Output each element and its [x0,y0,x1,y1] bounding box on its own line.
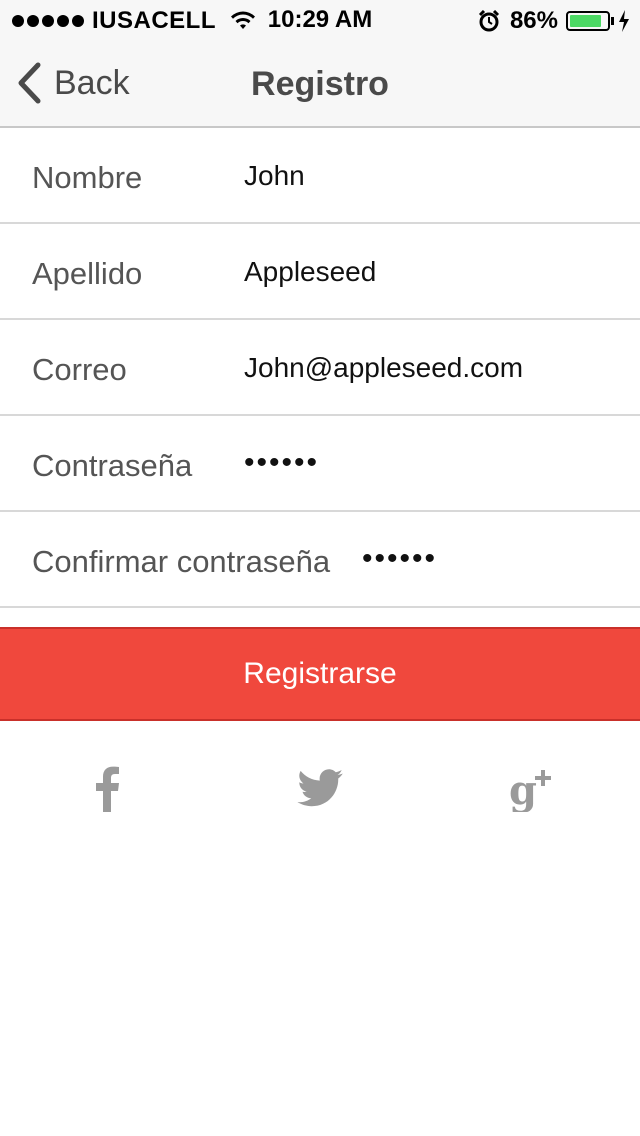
contrasena-label: Contraseña [32,448,193,483]
apellido-label: Apellido [32,256,143,291]
registration-form: Nombre John Apellido Appleseed Correo Jo… [0,128,640,608]
google-plus-button[interactable]: g [503,760,563,816]
social-login-row: g [0,760,640,820]
back-label: Back [54,63,130,102]
twitter-button[interactable] [290,760,350,816]
nombre-label: Nombre [32,160,143,195]
facebook-icon [96,766,119,812]
nombre-field[interactable]: John [244,160,305,192]
twitter-icon [297,769,343,807]
correo-field[interactable]: John@appleseed.com [244,352,523,384]
form-row-contrasena: Contraseña •••••• [0,416,640,512]
chevron-left-icon [18,62,41,104]
battery-percent: 86% [509,7,558,34]
battery-icon [566,11,610,31]
charging-bolt-icon [619,10,629,32]
form-row-confirmar-contrasena: Confirmar contraseña •••••• [0,512,640,608]
form-row-nombre: Nombre John [0,128,640,224]
google-plus-icon: g [509,767,551,812]
navigation-bar: Back Registro [0,40,640,128]
form-row-correo: Correo John@appleseed.com [0,320,640,416]
apellido-field[interactable]: Appleseed [244,256,376,288]
contrasena-field[interactable]: •••••• [244,446,319,480]
confirmar-contrasena-field[interactable]: •••••• [362,542,437,576]
status-right: 86% [478,7,630,35]
register-button[interactable]: Registrarse [0,627,640,721]
form-row-apellido: Apellido Appleseed [0,224,640,320]
alarm-icon [478,10,500,32]
battery-tip [611,17,614,25]
status-bar: IUSACELL 10:29 AM 86% [0,0,640,40]
svg-text:g: g [509,767,537,812]
correo-label: Correo [32,352,127,387]
facebook-button[interactable] [77,760,137,816]
battery-fill [570,15,601,27]
back-button[interactable]: Back [16,62,130,104]
confirmar-contrasena-label: Confirmar contraseña [32,544,331,579]
